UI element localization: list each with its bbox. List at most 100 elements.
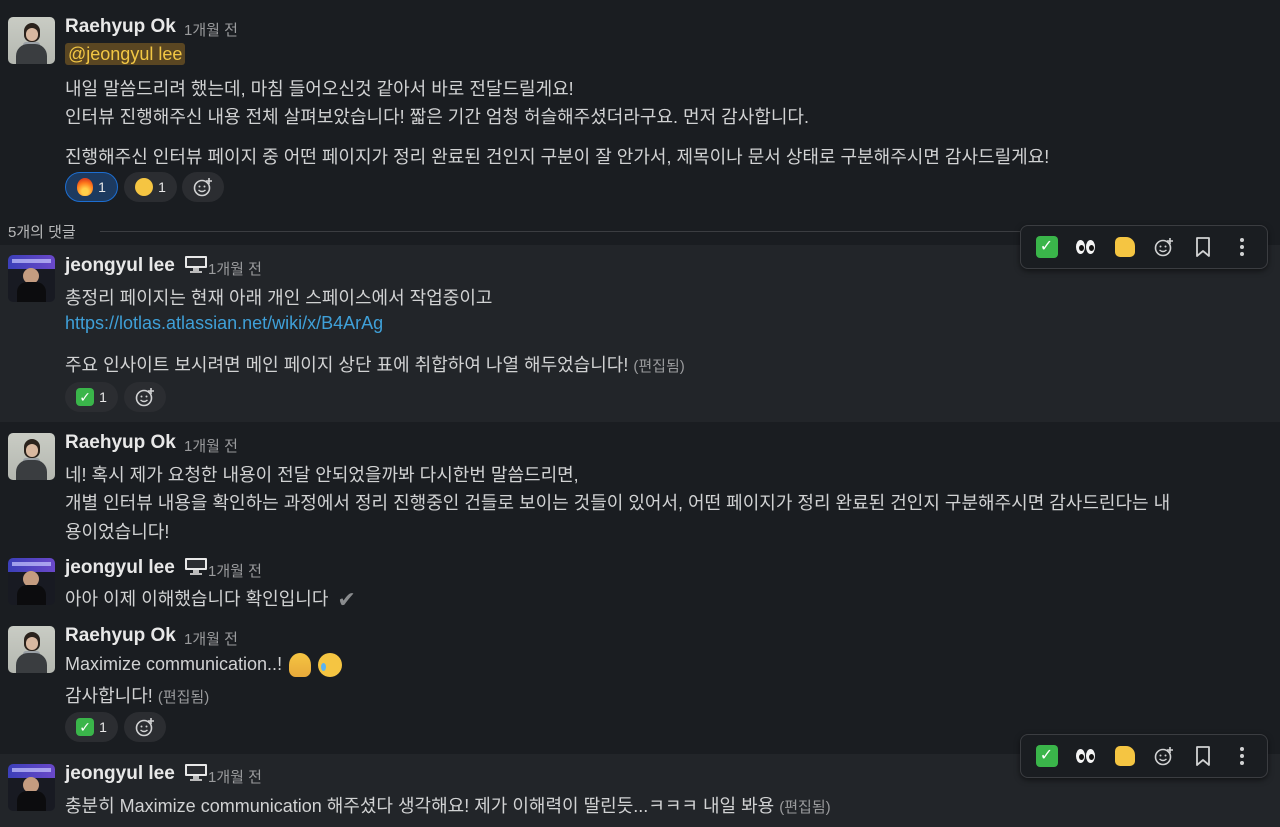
thumbs-up-reaction-button[interactable] <box>1109 740 1141 772</box>
reaction-fire[interactable]: 1 <box>65 172 118 202</box>
check-emoji-icon: ✓ <box>1035 236 1058 258</box>
reaction-count: 1 <box>98 179 106 195</box>
author-name[interactable]: Raehyup Ok <box>65 16 176 38</box>
edited-label: (편집됨) <box>779 799 831 816</box>
add-reaction-button[interactable] <box>1148 231 1180 263</box>
thumbs-up-reaction-button[interactable] <box>1109 231 1141 263</box>
message-line: 진행해주신 인터뷰 페이지 중 어떤 페이지가 정리 완료된 건인지 구분이 잘… <box>65 147 1050 167</box>
timestamp[interactable]: 1개월 전 <box>208 258 262 279</box>
message-text: 감사합니다! <box>65 686 153 706</box>
reaction-count: 1 <box>99 719 107 735</box>
heavy-check-icon: ✔ <box>337 587 356 613</box>
party-face-emoji-icon <box>135 178 154 196</box>
avatar[interactable] <box>8 626 55 673</box>
avatar[interactable] <box>8 433 55 480</box>
edited-label: (편집됨) <box>157 689 210 706</box>
reaction-check[interactable]: ✓ 1 <box>65 712 118 742</box>
eyes-emoji-icon <box>1076 240 1095 254</box>
add-reaction-icon <box>135 718 154 737</box>
reaction-count: 1 <box>99 389 107 405</box>
message-text: 주요 인사이트 보시려면 메인 페이지 상단 표에 취합하여 나열 해두었습니다… <box>65 355 629 375</box>
add-reaction-icon <box>1154 747 1173 766</box>
check-emoji-icon: ✓ <box>76 718 95 736</box>
check-emoji-icon: ✓ <box>76 388 95 406</box>
message-line: 용이었습니다! <box>65 522 170 542</box>
eyes-reaction-button[interactable] <box>1070 231 1102 263</box>
folded-hands-emoji-icon <box>289 653 312 677</box>
message-text: Maximize communication..! <box>65 653 283 674</box>
thumbs-up-emoji-icon <box>1114 237 1135 257</box>
reaction-count: 1 <box>158 179 166 195</box>
message-line: 개별 인터뷰 내용을 확인하는 과정에서 정리 진행중인 건들로 보이는 것들이… <box>65 493 1171 513</box>
message-line: 주요 인사이트 보시려면 메인 페이지 상단 표에 취합하여 나열 해두었습니다… <box>65 351 685 377</box>
reply-message: Raehyup Ok 1개월 전 네! 혹시 제가 요청한 내용이 전달 안되었… <box>0 424 1280 549</box>
replies-count-label: 5개의 댓글 <box>8 224 76 241</box>
author-name[interactable]: Raehyup Ok <box>65 432 176 454</box>
reply-message: jeongyul lee 1개월 전 아아 이제 이해했습니다 확인입니다 ✔ <box>0 552 1280 616</box>
timestamp[interactable]: 1개월 전 <box>184 19 238 40</box>
edited-label: (편집됨) <box>633 358 685 375</box>
message-parent: Raehyup Ok 1개월 전 @jeongyul lee 내일 말씀드리려 … <box>0 0 1280 210</box>
message-link[interactable]: https://lotlas.atlassian.net/wiki/x/B4Ar… <box>65 313 383 333</box>
add-reaction-button[interactable] <box>1148 740 1180 772</box>
avatar[interactable] <box>8 17 55 64</box>
smiling-with-tear-emoji-icon <box>318 653 343 677</box>
avatar[interactable] <box>8 764 55 811</box>
check-reaction-button[interactable]: ✓ <box>1031 740 1063 772</box>
message-line: Maximize communication..! <box>65 653 343 677</box>
monitor-icon <box>185 256 208 274</box>
eyes-reaction-button[interactable] <box>1070 740 1102 772</box>
thumbs-up-emoji-icon <box>1114 746 1135 766</box>
author-name-text: jeongyul lee <box>65 557 175 578</box>
more-vertical-icon <box>1239 747 1244 765</box>
message-line: 인터뷰 진행해주신 내용 전체 살펴보았습니다! 짧은 기간 엄청 허슬해주셨더… <box>65 107 809 127</box>
add-reaction-icon <box>193 178 212 197</box>
message-actions-toolbar: ✓ <box>1020 734 1268 778</box>
save-for-later-button[interactable] <box>1187 231 1219 263</box>
message-line: https://lotlas.atlassian.net/wiki/x/B4Ar… <box>65 313 383 334</box>
message-line: 아아 이제 이해했습니다 확인입니다 ✔ <box>65 585 356 613</box>
avatar[interactable] <box>8 558 55 605</box>
reaction-check[interactable]: ✓ 1 <box>65 382 118 412</box>
author-name-text: jeongyul lee <box>65 763 175 784</box>
add-reaction-button[interactable] <box>182 172 224 202</box>
fire-emoji-icon <box>77 178 94 196</box>
mention[interactable]: @jeongyul lee <box>65 43 186 65</box>
bookmark-icon <box>1195 237 1210 257</box>
author-name-text: jeongyul lee <box>65 255 175 276</box>
divider-line <box>100 231 1020 232</box>
add-reaction-icon <box>135 388 154 407</box>
message-line: 충분히 Maximize communication 해주셨다 생각해요! 제가… <box>65 792 831 818</box>
more-actions-button[interactable] <box>1226 740 1258 772</box>
reaction-party-face[interactable]: 1 <box>124 172 177 202</box>
more-actions-button[interactable] <box>1226 231 1258 263</box>
message-text: 충분히 Maximize communication 해주셨다 생각해요! 제가… <box>65 796 775 816</box>
more-vertical-icon <box>1239 238 1244 256</box>
check-emoji-icon: ✓ <box>1035 745 1058 767</box>
author-name[interactable]: jeongyul lee <box>65 557 208 579</box>
monitor-icon <box>185 558 208 576</box>
check-reaction-button[interactable]: ✓ <box>1031 231 1063 263</box>
add-reaction-icon <box>1154 238 1173 257</box>
timestamp[interactable]: 1개월 전 <box>184 628 238 649</box>
author-name[interactable]: Raehyup Ok <box>65 625 176 647</box>
timestamp[interactable]: 1개월 전 <box>208 766 262 787</box>
save-for-later-button[interactable] <box>1187 740 1219 772</box>
message-line: 네! 혹시 제가 요청한 내용이 전달 안되었을까봐 다시한번 말씀드리면, <box>65 465 579 485</box>
author-name[interactable]: jeongyul lee <box>65 763 208 785</box>
avatar[interactable] <box>8 255 55 302</box>
replies-divider: 5개의 댓글 <box>0 219 1020 243</box>
timestamp[interactable]: 1개월 전 <box>184 435 238 456</box>
add-reaction-button[interactable] <box>124 382 166 412</box>
timestamp[interactable]: 1개월 전 <box>208 560 262 581</box>
author-name[interactable]: jeongyul lee <box>65 255 208 277</box>
reply-message: jeongyul lee 1개월 전 총정리 페이지는 현재 아래 개인 스페이… <box>0 245 1280 422</box>
reply-message: Raehyup Ok 1개월 전 Maximize communication.… <box>0 620 1280 750</box>
message-line: 감사합니다! (편집됨) <box>65 682 209 708</box>
message-line: 총정리 페이지는 현재 아래 개인 스페이스에서 작업중이고 <box>65 288 493 308</box>
message-actions-toolbar: ✓ <box>1020 225 1268 269</box>
bookmark-icon <box>1195 746 1210 766</box>
eyes-emoji-icon <box>1076 749 1095 763</box>
monitor-icon <box>185 764 208 782</box>
add-reaction-button[interactable] <box>124 712 166 742</box>
